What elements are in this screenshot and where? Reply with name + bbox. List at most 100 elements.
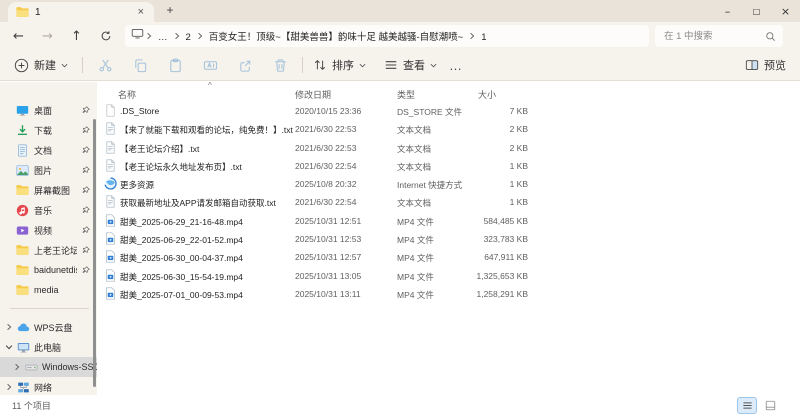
chevron-down-icon [430,62,437,69]
sidebar-item[interactable]: 下载 [0,120,97,140]
view-toggles [737,397,780,414]
file-row[interactable]: 获取最新地址及APP请发邮箱自动获取.txt2021/6/30 22:54文本文… [97,193,800,211]
file-name: 【来了就能下载和观看的论坛，纯免费！】.txt [120,124,293,136]
cut-button[interactable] [93,58,117,73]
file-type: 文本文档 [397,143,431,155]
explorer-tab[interactable]: 1 × [8,2,154,22]
window-controls: – □ × [713,0,800,22]
video-icon [16,224,29,237]
new-button[interactable]: 新建 [14,57,68,73]
large-icons-view-toggle[interactable] [760,397,780,414]
file-date-modified: 2020/10/15 23:36 [295,106,361,116]
sidebar-item[interactable]: media [0,280,97,300]
details-view-toggle[interactable] [737,397,757,414]
sidebar-item[interactable]: 文档 [0,140,97,160]
delete-button[interactable] [268,58,292,73]
sidebar-item[interactable]: 音乐 [0,200,97,220]
file-type: MP4 文件 [397,289,434,301]
sidebar-item-label: 图片 [34,164,52,177]
forward-button[interactable]: → [33,24,62,48]
file-text-icon [104,195,117,208]
column-header-type[interactable]: 类型 [397,88,415,101]
back-button[interactable]: ← [4,24,33,48]
close-button[interactable]: × [771,5,800,18]
sidebar-tree-item[interactable]: 此电脑 [0,337,97,357]
chevron-right-icon [467,32,477,40]
file-type: MP4 文件 [397,252,434,264]
breadcrumb-ellipsis[interactable]: … [154,32,172,43]
download-icon [16,124,29,137]
view-button[interactable]: 查看 [384,57,437,73]
up-button[interactable]: ↑ [62,24,91,48]
file-video-icon [104,214,117,227]
column-header-name[interactable]: 名称 [118,88,136,101]
sidebar-scrollbar[interactable] [93,119,96,387]
maximize-button[interactable]: □ [742,7,771,16]
folder-icon [16,284,29,296]
file-video-icon [104,287,117,300]
sidebar-item[interactable]: 屏幕截图 [0,180,97,200]
minimize-button[interactable]: – [713,5,742,18]
tab-close-icon[interactable]: × [136,6,146,18]
column-header-date[interactable]: 修改日期 [295,88,331,101]
column-header-size[interactable]: 大小 [478,88,496,101]
navigation-pane: 桌面下载文档图片屏幕截图音乐视频上老王论坛当baidunetdislmedia … [0,82,97,395]
sidebar-item[interactable]: 视频 [0,220,97,240]
file-row[interactable]: 甜美_2025-06-30_00-04-37.mp42025/10/31 12:… [97,248,800,266]
file-row[interactable]: 甜美_2025-07-01_00-09-53.mp42025/10/31 13:… [97,285,800,303]
sidebar-divider [10,308,89,309]
music-icon [16,204,29,217]
file-type: 文本文档 [397,124,431,136]
sidebar-item-label: 屏幕截图 [34,184,70,197]
refresh-button[interactable] [91,24,120,48]
tab-title: 1 [35,7,130,18]
toolbar-separator [302,57,303,73]
file-date-modified: 2025/10/31 12:57 [295,252,361,262]
file-name: 获取最新地址及APP请发邮箱自动获取.txt [120,197,293,209]
sidebar-item-label: 桌面 [34,104,52,117]
sidebar-item-label: media [34,285,59,295]
file-row[interactable]: 甜美_2025-06-29_22-01-52.mp42025/10/31 12:… [97,230,800,248]
copy-button[interactable] [128,58,152,73]
breadcrumb-segment[interactable]: 1 [477,32,490,43]
sidebar-tree-item[interactable]: 网络 [0,377,97,395]
file-row[interactable]: 【老王论坛永久地址发布页】.txt2021/6/30 22:54文本文档1 KB [97,157,800,175]
sidebar-tree-item[interactable]: WPS云盘 [0,317,97,337]
file-size: 1,325,653 KB [476,271,528,281]
share-button[interactable] [233,58,257,73]
sidebar-item[interactable]: baidunetdisl [0,260,97,280]
preview-button[interactable]: 预览 [745,57,786,73]
file-row[interactable]: 更多资源2025/10/8 20:32Internet 快捷方式1 KB [97,175,800,193]
file-blank-icon [104,104,117,117]
more-options-button[interactable]: … [449,58,463,73]
chevron-right-icon[interactable] [5,383,13,391]
file-size: 1,258,291 KB [476,289,528,299]
paste-button[interactable] [163,58,187,73]
chevron-right-icon[interactable] [5,323,13,331]
sort-button[interactable]: 排序 [313,57,366,73]
sidebar-item[interactable]: 桌面 [0,100,97,120]
file-row[interactable]: 甜美_2025-06-30_15-54-19.mp42025/10/31 13:… [97,267,800,285]
new-button-label: 新建 [34,57,56,73]
file-row[interactable]: 【来了就能下载和观看的论坛，纯免费！】.txt2021/6/30 22:53文本… [97,120,800,138]
pin-icon [82,146,90,154]
sidebar-tree-item[interactable]: Windows-SSD [0,357,97,377]
sidebar-item-label: 文档 [34,144,52,157]
search-box[interactable] [655,25,783,47]
breadcrumb-segment[interactable]: 2 [182,32,195,43]
sidebar-item[interactable]: 图片 [0,160,97,180]
rename-button[interactable] [198,58,222,73]
file-row[interactable]: 【老王论坛介绍】.txt2021/6/30 22:53文本文档2 KB [97,139,800,157]
new-tab-button[interactable]: + [162,3,178,19]
chevron-down-icon[interactable] [5,343,13,351]
file-row[interactable]: .DS_Store2020/10/15 23:36DS_STORE 文件7 KB [97,102,800,120]
breadcrumb-segment[interactable]: 百变女王！顶级~【甜美兽兽】韵味十足 越美越骚-自慰潮喷~ [205,32,467,43]
chevron-right-icon[interactable] [13,363,21,371]
search-input[interactable] [662,30,765,43]
address-bar[interactable]: … 2 百变女王！顶级~【甜美兽兽】韵味十足 越美越骚-自慰潮喷~ 1 [125,25,649,47]
folder-icon [16,6,29,18]
sidebar-item[interactable]: 上老王论坛当 [0,240,97,260]
file-row[interactable]: 甜美_2025-06-29_21-16-48.mp42025/10/31 12:… [97,212,800,230]
file-name: 【老王论坛介绍】.txt [120,143,293,155]
file-type: MP4 文件 [397,234,434,246]
